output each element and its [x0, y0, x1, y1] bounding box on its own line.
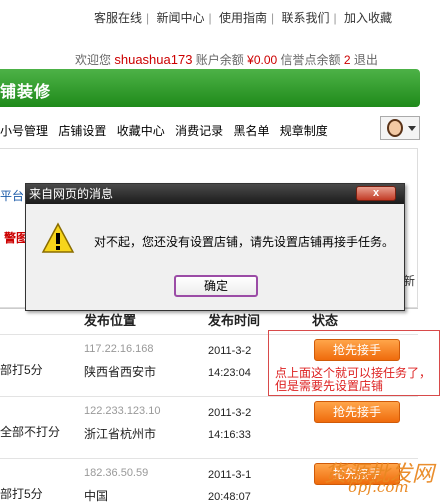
row-requirement: 全部不打分: [0, 425, 61, 439]
task-table-header: 发布位置 发布时间 状态: [0, 308, 418, 330]
row-requirement: 部打5分: [0, 363, 43, 377]
menu-item-favorites[interactable]: 收藏中心: [117, 124, 165, 138]
watermark-domain: 6pf.com: [348, 478, 409, 496]
credit-value: 2: [343, 53, 351, 67]
row-time: 14:16:33: [208, 429, 251, 441]
menu-item-accounts[interactable]: 小号管理: [0, 124, 48, 138]
row-time: 20:48:07: [208, 491, 251, 502]
menu-item-shop-settings[interactable]: 店铺设置: [58, 124, 106, 138]
username[interactable]: shuashua173: [114, 52, 192, 67]
nav-guide[interactable]: 使用指南: [219, 11, 267, 25]
row-ip: 117.22.16.168: [84, 343, 154, 355]
accept-task-button[interactable]: 抢先接手: [314, 401, 400, 423]
top-nav: 客服在线 | 新闻中心 | 使用指南 | 联系我们 | 加入收藏: [94, 11, 392, 25]
logout-link[interactable]: 退出: [354, 53, 378, 67]
chevron-down-icon: [408, 126, 416, 131]
credit-label: 信誉点余额: [280, 53, 341, 67]
warning-icon: [41, 222, 75, 253]
section-title: 铺装修: [0, 84, 52, 101]
nav-news[interactable]: 新闻中心: [156, 11, 204, 25]
fragment-platform: 平台: [0, 189, 25, 203]
balance-value: ¥0.00: [247, 53, 278, 67]
nav-contact[interactable]: 联系我们: [281, 11, 329, 25]
row-date: 2011-3-1: [208, 469, 252, 481]
header-location: 发布位置: [84, 313, 137, 328]
header-status: 状态: [312, 313, 339, 328]
row-requirement: 部打5分: [0, 487, 43, 501]
user-bar: 欢迎您 shuashua173 账户余额 ¥0.00 信誉点余额 2 退出: [75, 51, 378, 68]
section-header: 铺装修: [0, 69, 420, 107]
avatar-dropdown[interactable]: [380, 116, 420, 140]
menu-item-spending[interactable]: 消费记录: [175, 124, 223, 138]
row-ip: 122.233.123.10: [84, 405, 161, 417]
nav-customer-service[interactable]: 客服在线: [94, 11, 142, 25]
table-row: 全部不打分 122.233.123.10 浙江省杭州市 2011-3-2 14:…: [0, 396, 418, 458]
row-ip: 182.36.50.59: [84, 467, 149, 479]
row-location: 陕西省西安市: [84, 365, 157, 379]
row-location: 中国: [84, 489, 109, 502]
ok-button[interactable]: 确定: [174, 275, 258, 297]
menu-item-blacklist[interactable]: 黑名单: [233, 124, 269, 138]
nav-bookmark[interactable]: 加入收藏: [344, 11, 392, 25]
main-menu: 小号管理 店铺设置 收藏中心 消费记录 黑名单 规章制度: [0, 122, 335, 139]
balance-label: 账户余额: [195, 53, 244, 67]
annotation-text: 点上面这个就可以接任务了， 但是需要先设置店铺: [275, 367, 431, 393]
close-icon[interactable]: x: [356, 186, 396, 201]
alert-dialog: 来自网页的消息 x 对不起，您还没有设置店铺，请先设置店铺再接手任务。 确定: [25, 183, 405, 311]
welcome-text: 欢迎您: [75, 53, 112, 67]
dialog-message: 对不起，您还没有设置店铺，请先设置店铺再接手任务。: [94, 235, 395, 249]
row-date: 2011-3-2: [208, 407, 252, 419]
annotation-line-2: 但是需要先设置店铺: [275, 379, 384, 393]
annotation-box: 点上面这个就可以接任务了， 但是需要先设置店铺: [268, 330, 440, 396]
header-time: 发布时间: [208, 313, 261, 328]
dialog-title: 来自网页的消息: [26, 184, 404, 204]
row-location: 浙江省杭州市: [84, 427, 157, 441]
avatar-icon: [387, 119, 403, 137]
row-time: 14:23:04: [208, 367, 251, 379]
row-date: 2011-3-2: [208, 345, 252, 357]
menu-item-rules[interactable]: 规章制度: [280, 124, 328, 138]
